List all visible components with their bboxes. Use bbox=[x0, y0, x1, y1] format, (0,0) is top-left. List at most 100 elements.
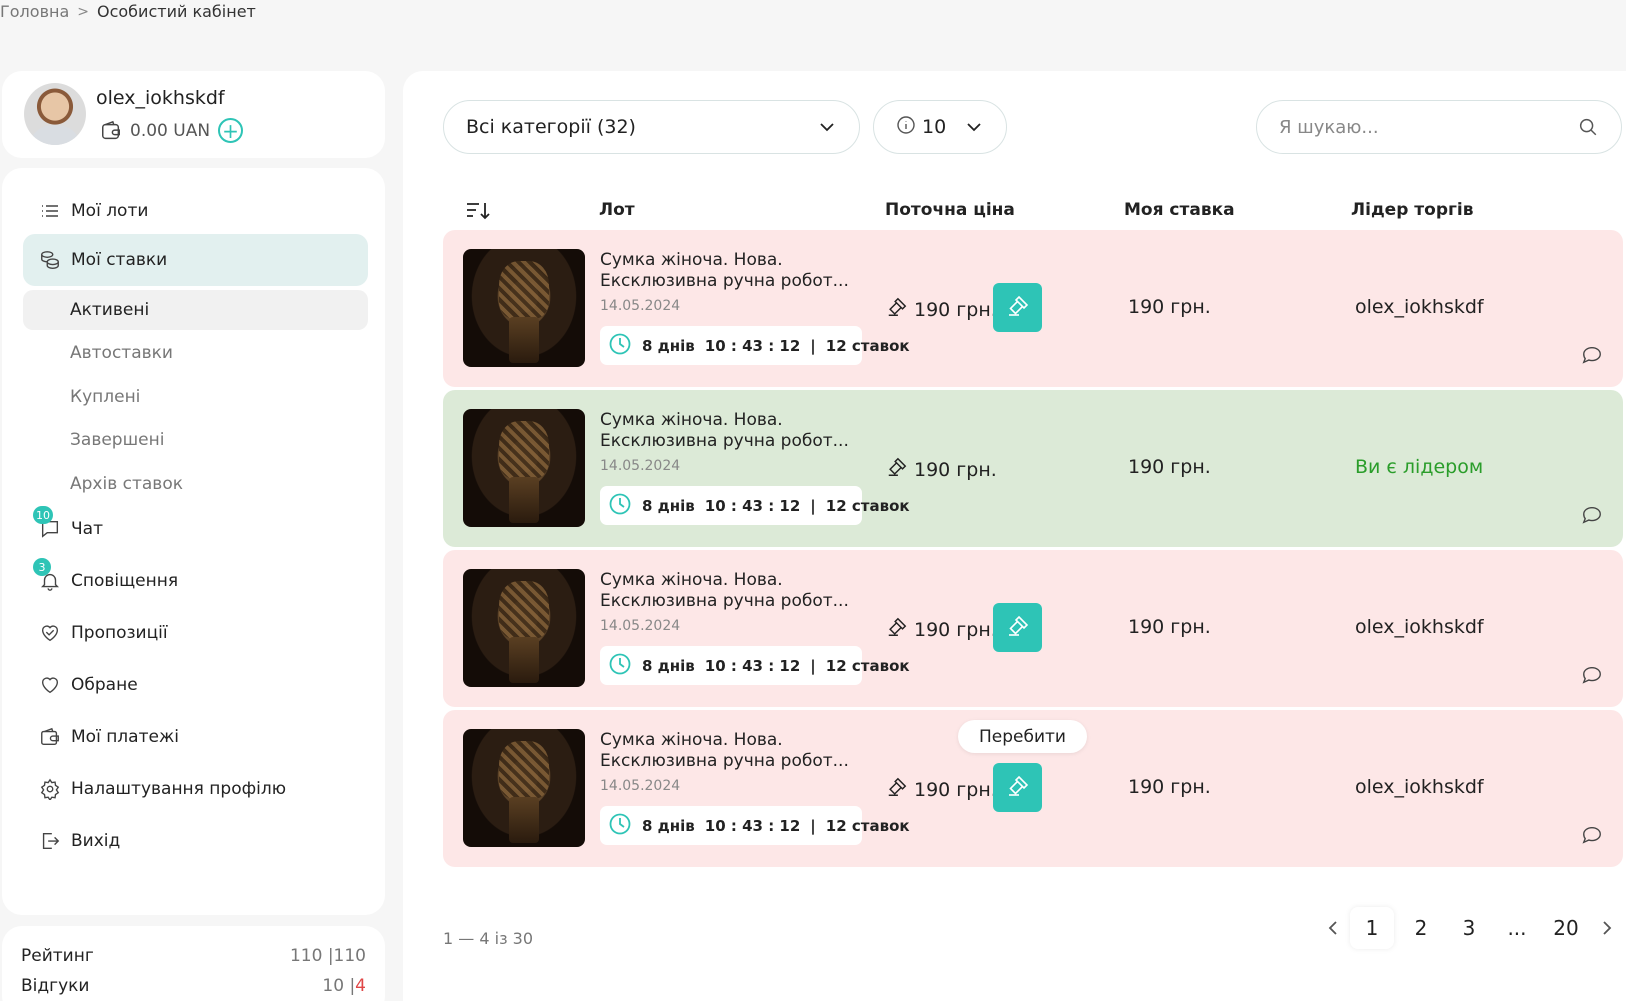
sidebar-item-my-lots[interactable]: Мої лоти bbox=[23, 185, 368, 237]
page-1[interactable]: 1 bbox=[1350, 907, 1394, 949]
sidebar-item-label: Обране bbox=[71, 675, 138, 695]
lot-image[interactable] bbox=[463, 409, 585, 527]
sidebar-item-favorites[interactable]: Обране bbox=[23, 659, 368, 711]
wallet-icon bbox=[100, 120, 122, 142]
lot-image[interactable] bbox=[463, 249, 585, 367]
lot-timer: 8 днів 10 : 43 : 12 | 12 ставок bbox=[600, 326, 910, 365]
table-header: Лот Поточна ціна Моя ставка Лідер торгів bbox=[403, 189, 1626, 229]
column-header-lot: Лот bbox=[599, 200, 635, 220]
timer-separator: | bbox=[810, 816, 816, 835]
comment-icon[interactable] bbox=[1581, 824, 1603, 850]
table-row[interactable]: Сумка жіноча. Нова. Ексклюзивна ручна ро… bbox=[443, 710, 1623, 867]
per-page-select[interactable]: 10 bbox=[873, 100, 1007, 154]
timer-time: 10 : 43 : 12 bbox=[704, 816, 801, 835]
gavel-icon bbox=[886, 776, 908, 803]
outbid-tooltip: Перебити bbox=[958, 720, 1087, 753]
submenu-autobids[interactable]: Автоставки bbox=[23, 333, 368, 373]
gavel-icon bbox=[886, 616, 908, 643]
search-box bbox=[1256, 100, 1622, 154]
sidebar-item-my-bids[interactable]: Мої ставки bbox=[23, 234, 368, 286]
username: olex_iokhskdf bbox=[96, 87, 225, 109]
breadcrumb: Головна > Особистий кабінет bbox=[0, 2, 256, 21]
lot-timer: 8 днів 10 : 43 : 12 | 12 ставок bbox=[600, 646, 910, 685]
timer-separator: | bbox=[810, 336, 816, 355]
search-input[interactable] bbox=[1279, 116, 1569, 138]
bell-icon: 3 bbox=[33, 558, 61, 592]
sidebar-item-logout[interactable]: Вихід bbox=[23, 815, 368, 867]
lot-title[interactable]: Сумка жіноча. Нова. Ексклюзивна ручна ро… bbox=[600, 250, 860, 292]
avatar[interactable] bbox=[24, 83, 86, 145]
timer-days: 8 днів bbox=[642, 816, 695, 835]
rating-value: 110 |110 bbox=[289, 946, 366, 966]
timer-separator: | bbox=[810, 656, 816, 675]
column-header-price: Поточна ціна bbox=[885, 200, 1015, 220]
category-select-value: Всі категорії (32) bbox=[466, 116, 636, 138]
page-20[interactable]: 20 bbox=[1544, 907, 1588, 949]
sort-icon[interactable] bbox=[465, 200, 491, 227]
lot-image[interactable] bbox=[463, 569, 585, 687]
clock-icon bbox=[608, 332, 632, 360]
timer-time: 10 : 43 : 12 bbox=[704, 336, 801, 355]
auction-leader: olex_iokhskdf bbox=[1355, 296, 1484, 318]
outbid-button[interactable] bbox=[993, 283, 1042, 332]
reviews-label: Відгуки bbox=[21, 976, 90, 996]
comment-icon[interactable] bbox=[1581, 504, 1603, 530]
chevron-down-icon bbox=[964, 117, 984, 142]
current-price: 190 грн. bbox=[886, 776, 997, 803]
category-select[interactable]: Всі категорії (32) bbox=[443, 100, 860, 154]
outbid-button[interactable] bbox=[993, 763, 1042, 812]
lot-timer: 8 днів 10 : 43 : 12 | 12 ставок bbox=[600, 486, 910, 525]
submenu-bought[interactable]: Куплені bbox=[23, 377, 368, 417]
sidebar-item-label: Сповіщення bbox=[71, 571, 179, 591]
lot-date: 14.05.2024 bbox=[600, 458, 681, 474]
reviews-negative: 4 bbox=[355, 976, 366, 996]
gavel-icon bbox=[1006, 294, 1030, 322]
submenu-archive[interactable]: Архів ставок bbox=[23, 464, 368, 504]
page-2[interactable]: 2 bbox=[1399, 907, 1443, 949]
sidebar-item-notifications[interactable]: 3 Сповіщення bbox=[23, 555, 368, 607]
page-ellipsis: ... bbox=[1507, 916, 1527, 940]
sidebar-item-label: Пропозиції bbox=[71, 623, 168, 643]
sidebar-item-payments[interactable]: Мої платежі bbox=[23, 711, 368, 763]
my-bid: 190 грн. bbox=[1128, 296, 1211, 318]
reviews-value: 10 |4 bbox=[322, 976, 366, 996]
submenu-finished[interactable]: Завершені bbox=[23, 420, 368, 460]
column-header-mybid: Моя ставка bbox=[1124, 200, 1235, 220]
plus-icon[interactable]: + bbox=[218, 118, 244, 143]
timer-days: 8 днів bbox=[642, 336, 695, 355]
current-price-value: 190 грн. bbox=[914, 298, 997, 321]
sidebar-item-offers[interactable]: Пропозиції bbox=[23, 607, 368, 659]
chevron-right-icon[interactable] bbox=[1595, 907, 1619, 949]
lot-image[interactable] bbox=[463, 729, 585, 847]
comment-icon[interactable] bbox=[1581, 664, 1603, 690]
timer-days: 8 днів bbox=[642, 496, 695, 515]
page-3[interactable]: 3 bbox=[1447, 907, 1491, 949]
timer-days: 8 днів bbox=[642, 656, 695, 675]
lot-title[interactable]: Сумка жіноча. Нова. Ексклюзивна ручна ро… bbox=[600, 410, 860, 452]
table-row[interactable]: Сумка жіноча. Нова. Ексклюзивна ручна ро… bbox=[443, 550, 1623, 707]
lot-title[interactable]: Сумка жіноча. Нова. Ексклюзивна ручна ро… bbox=[600, 570, 860, 612]
current-price-value: 190 грн. bbox=[914, 618, 997, 641]
clock-icon bbox=[608, 492, 632, 520]
lot-date: 14.05.2024 bbox=[600, 618, 681, 634]
table-row[interactable]: Сумка жіноча. Нова. Ексклюзивна ручна ро… bbox=[443, 390, 1623, 547]
lot-timer: 8 днів 10 : 43 : 12 | 12 ставок bbox=[600, 806, 910, 845]
sidebar-item-label: Мої платежі bbox=[71, 727, 179, 747]
table-row[interactable]: Сумка жіноча. Нова. Ексклюзивна ручна ро… bbox=[443, 230, 1623, 387]
lot-date: 14.05.2024 bbox=[600, 778, 681, 794]
breadcrumb-home-link[interactable]: Головна bbox=[0, 2, 69, 21]
rating-row: Рейтинг 110 |110 bbox=[21, 946, 366, 966]
timer-bids: 12 ставок bbox=[825, 656, 910, 675]
search-icon[interactable] bbox=[1577, 116, 1599, 142]
sidebar-item-settings[interactable]: Налаштування профілю bbox=[23, 763, 368, 815]
sidebar-item-label: Мої лоти bbox=[71, 201, 149, 221]
submenu-active[interactable]: Активені bbox=[23, 290, 368, 330]
chevron-left-icon[interactable] bbox=[1321, 907, 1345, 949]
comment-icon[interactable] bbox=[1581, 344, 1603, 370]
my-bid: 190 грн. bbox=[1128, 616, 1211, 638]
gavel-icon bbox=[886, 296, 908, 323]
sidebar-item-chat[interactable]: 10 Чат bbox=[23, 503, 368, 555]
outbid-button[interactable] bbox=[993, 603, 1042, 652]
lot-title[interactable]: Сумка жіноча. Нова. Ексклюзивна ручна ро… bbox=[600, 730, 860, 772]
profile-card: olex_iokhskdf 0.00 UAN + bbox=[2, 71, 385, 158]
